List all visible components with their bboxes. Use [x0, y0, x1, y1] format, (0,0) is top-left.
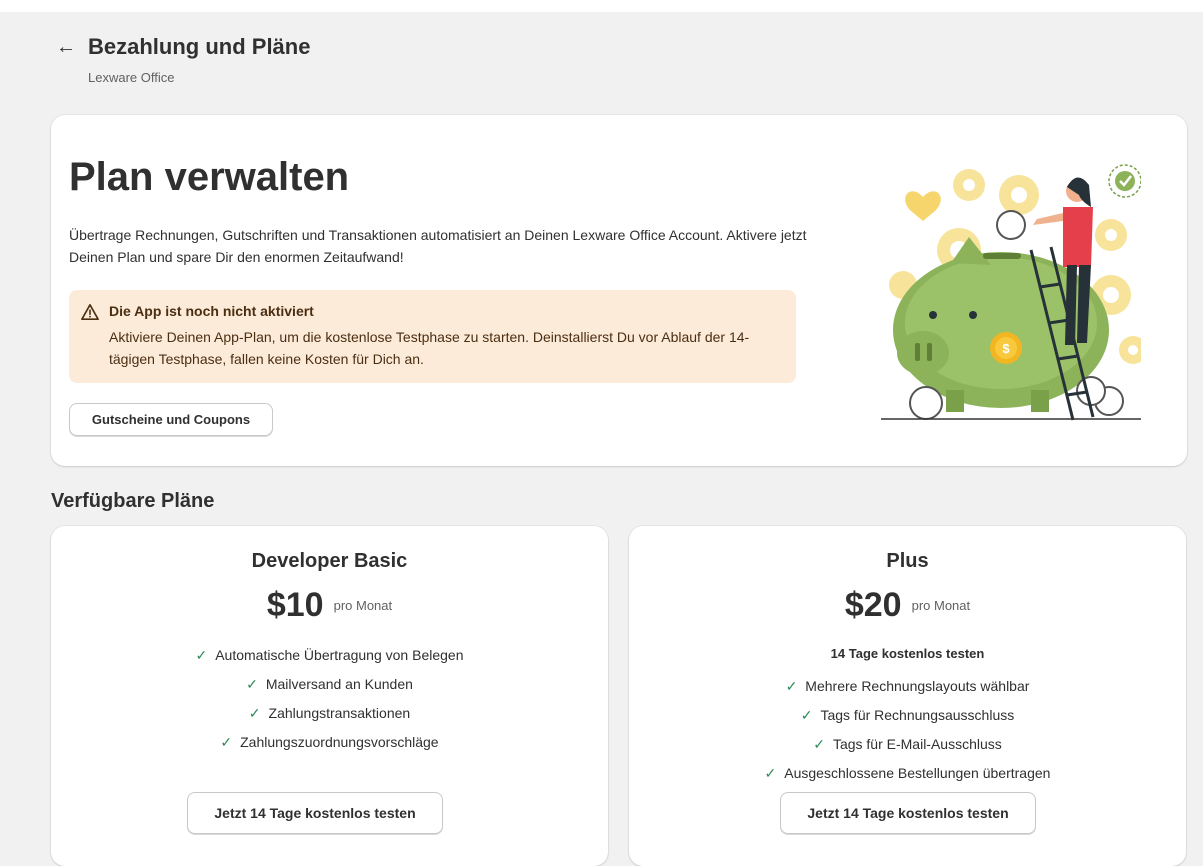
feature-label: Ausgeschlossene Bestellungen übertragen [784, 765, 1051, 781]
feature-label: Automatische Übertragung von Belegen [215, 647, 464, 663]
feature-label: Tags für Rechnungsausschluss [820, 707, 1015, 723]
plan-card-plus: Plus $20 pro Monat 14 Tage kostenlos test… [629, 526, 1186, 866]
hero-title: Plan verwalten [69, 155, 350, 199]
plan-management-card: Plan verwalten Übertrage Rechnungen, Gut… [51, 115, 1187, 466]
price-period: pro Monat [911, 598, 971, 613]
check-icon: ✓ [764, 765, 777, 781]
start-trial-button[interactable]: Jetzt 14 Tage kostenlos testen [187, 792, 443, 834]
page-subtitle: Lexware Office [88, 70, 175, 85]
plan-price: $10 pro Monat [51, 586, 608, 625]
arrow-left-icon[interactable]: ← [56, 36, 76, 59]
price-period: pro Monat [333, 598, 393, 613]
feature-item: ✓ Ausgeschlossene Bestellungen übertragen [629, 759, 1186, 788]
hero-description: Übertrage Rechnungen, Gutschriften und T… [69, 227, 807, 265]
svg-text:$: $ [1002, 341, 1010, 356]
check-icon: ✓ [813, 736, 825, 752]
price-amount: $10 [266, 586, 324, 624]
feature-item: ✓ Tags für E-Mail-Ausschluss [629, 730, 1186, 759]
feature-label: Mailversand an Kunden [265, 676, 413, 692]
feature-label: Mehrere Rechnungslayouts wählbar [805, 678, 1030, 694]
warning-icon [81, 303, 99, 321]
piggy-bank-illustration: $ [881, 164, 1141, 421]
activation-warning-banner: Die App ist noch nicht aktiviert Aktivie… [69, 290, 796, 383]
price-amount: $20 [844, 586, 902, 624]
start-trial-button[interactable]: Jetzt 14 Tage kostenlos testen [780, 792, 1036, 834]
feature-label: Zahlungstransaktionen [268, 705, 411, 721]
feature-item: ✓ Mailversand an Kunden [51, 670, 608, 699]
feature-list: ✓ Automatische Übertragung von Belegen ✓ M… [51, 641, 608, 757]
feature-item: ✓ Zahlungstransaktionen [51, 699, 608, 728]
check-icon: ✓ [248, 705, 261, 721]
feature-list: ✓ Mehrere Rechnungslayouts wählbar ✓ Tags … [629, 672, 1186, 788]
plan-name: Plus [886, 550, 929, 572]
trial-note: 14 Tage kostenlos testen [830, 646, 985, 661]
banner-text: Aktiviere Deinen App-Plan, um die kosten… [109, 329, 750, 367]
feature-item: ✓ Automatische Übertragung von Belegen [51, 641, 608, 670]
feature-label: Zahlungszuordnungsvorschläge [240, 734, 439, 750]
available-plans-heading: Verfügbare Pläne [51, 490, 215, 512]
plan-name: Developer Basic [251, 550, 408, 572]
check-icon: ✓ [785, 678, 798, 694]
top-bar [0, 0, 1203, 12]
banner-title: Die App ist noch nicht aktiviert [109, 303, 314, 319]
plan-card-developer-basic: Developer Basic $10 pro Monat ✓ Automatisc… [51, 526, 608, 866]
feature-item: ✓ Mehrere Rechnungslayouts wählbar [629, 672, 1186, 701]
check-icon: ✓ [246, 676, 258, 692]
plan-price: $20 pro Monat [629, 586, 1186, 625]
feature-item: ✓ Zahlungszuordnungsvorschläge [51, 728, 608, 757]
feature-item: ✓ Tags für Rechnungsausschluss [629, 701, 1186, 730]
check-icon: ✓ [800, 707, 813, 723]
check-icon: ✓ [195, 647, 208, 663]
check-icon: ✓ [220, 734, 233, 750]
feature-label: Tags für E-Mail-Ausschluss [832, 736, 1002, 752]
coupons-button[interactable]: Gutscheine und Coupons [69, 403, 273, 436]
page-title: Bezahlung und Pläne [88, 34, 311, 59]
